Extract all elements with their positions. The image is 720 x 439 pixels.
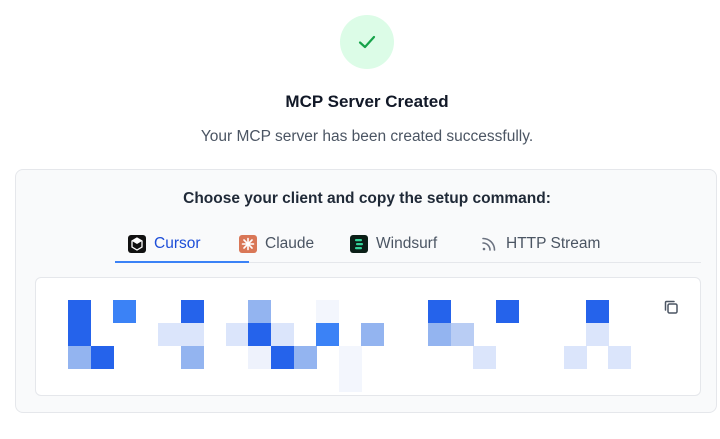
copy-button[interactable] <box>660 296 682 318</box>
page-subtitle: Your MCP server has been created success… <box>200 128 534 145</box>
tab-label: HTTP Stream <box>506 234 601 252</box>
success-badge <box>340 15 394 69</box>
tab-label: Claude <box>265 234 315 252</box>
rss-icon <box>482 237 496 251</box>
client-setup-panel: Choose your client and copy the setup co… <box>15 169 717 413</box>
setup-command-box[interactable] <box>35 277 701 396</box>
tab-http-stream[interactable]: HTTP Stream <box>480 226 600 261</box>
tab-windsurf[interactable]: Windsurf <box>350 226 437 261</box>
client-tabs: Cursor Claude Windsurf HTTP Stream <box>16 226 718 264</box>
tab-label: Windsurf <box>376 234 438 252</box>
tab-cursor[interactable]: Cursor <box>128 226 201 261</box>
check-icon <box>358 35 376 49</box>
tab-claude[interactable]: Claude <box>239 226 314 261</box>
panel-heading: Choose your client and copy the setup co… <box>183 190 551 207</box>
cursor-logo-icon <box>128 234 146 253</box>
copy-icon <box>664 300 678 314</box>
page-title: MCP Server Created <box>285 92 449 111</box>
active-tab-indicator <box>115 261 249 263</box>
tab-label: Cursor <box>154 234 201 252</box>
windsurf-logo-icon <box>350 234 368 253</box>
claude-logo-icon <box>239 234 257 253</box>
